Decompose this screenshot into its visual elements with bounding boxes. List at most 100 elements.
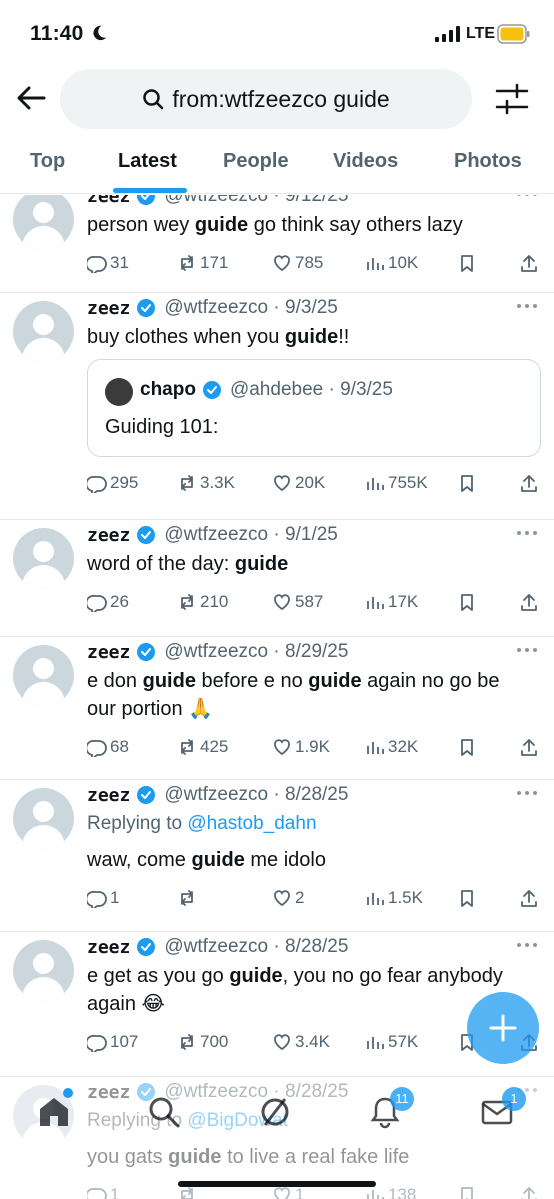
battery-icon: [497, 24, 530, 44]
search-input[interactable]: from:wtfzeezco guide: [60, 69, 472, 129]
reply-mention-link[interactable]: @hastob_dahn: [187, 813, 316, 834]
tweet[interactable]: zeez @wtfzeezco · 9/3/25 buy clothes whe…: [0, 293, 554, 520]
tab-people[interactable]: People: [223, 150, 289, 173]
views-button[interactable]: 1.5K: [365, 888, 423, 908]
reply-button[interactable]: 295: [87, 473, 138, 493]
more-options-icon[interactable]: [516, 530, 538, 536]
share-button[interactable]: [519, 737, 539, 757]
author-handle[interactable]: @wtfzeezco: [164, 936, 268, 958]
more-options-icon[interactable]: [516, 942, 538, 948]
bookmark-button[interactable]: [457, 737, 477, 757]
views-button[interactable]: 57K: [365, 1032, 418, 1052]
back-arrow-icon[interactable]: [14, 81, 48, 115]
repost-count: 210: [200, 592, 229, 611]
more-options-icon[interactable]: [516, 195, 538, 197]
views-button[interactable]: 17K: [365, 592, 418, 612]
bookmark-button[interactable]: [457, 473, 477, 493]
author-handle[interactable]: @wtfzeezco: [164, 195, 268, 207]
quoted-tweet[interactable]: chapo @ahdebee · 9/3/25 Guiding 101:: [87, 359, 541, 457]
reply-button[interactable]: 107: [87, 1032, 138, 1052]
nav-explore[interactable]: [147, 1095, 187, 1135]
like-button[interactable]: 3.4K: [272, 1032, 330, 1052]
reply-count: 107: [110, 1032, 139, 1051]
separator-dot: ·: [268, 784, 286, 805]
tweet-feed[interactable]: zeez @wtfzeezco · 9/12/25 person wey gui…: [0, 195, 554, 1199]
separator-dot: ·: [268, 936, 286, 957]
tweet-text: e don guide before e no guide again no g…: [87, 667, 527, 723]
share-icon: [521, 255, 537, 272]
like-button[interactable]: 2: [272, 888, 304, 908]
tweet[interactable]: zeez @wtfzeezco · 8/28/25 Replying to @h…: [0, 780, 554, 932]
repost-button[interactable]: [177, 888, 200, 908]
views-button[interactable]: 32K: [365, 737, 418, 757]
like-button[interactable]: 785: [272, 253, 323, 273]
tab-videos[interactable]: Videos: [333, 150, 398, 173]
tweet[interactable]: zeez @wtfzeezco · 8/28/25 e get as you g…: [0, 932, 554, 1077]
verified-badge-icon: [137, 643, 156, 661]
author-name[interactable]: zeez: [87, 195, 130, 207]
nav-home[interactable]: [37, 1088, 77, 1135]
reply-icon: [87, 739, 107, 757]
views-count: 10K: [388, 253, 419, 272]
more-options-icon[interactable]: [516, 303, 538, 309]
avatar[interactable]: [13, 940, 74, 1001]
tweet[interactable]: zeez @wtfzeezco · 8/29/25 e don guide be…: [0, 637, 554, 780]
author-handle[interactable]: @wtfzeezco: [164, 784, 268, 806]
avatar[interactable]: [13, 195, 74, 250]
more-options-icon[interactable]: [516, 790, 538, 796]
share-button[interactable]: [519, 473, 539, 493]
share-button[interactable]: [519, 888, 539, 908]
repost-button[interactable]: 700: [177, 1032, 228, 1052]
author-name[interactable]: zeez: [87, 298, 130, 319]
tweet[interactable]: zeez @wtfzeezco · 9/1/25 word of the day…: [0, 520, 554, 637]
quote-author-name: chapo: [140, 379, 196, 400]
author-name[interactable]: zeez: [87, 525, 130, 546]
tweet-actions: 31 171 785 10K: [87, 253, 537, 277]
reply-button[interactable]: 68: [87, 737, 129, 757]
share-button[interactable]: [519, 253, 539, 273]
bookmark-button[interactable]: [457, 592, 477, 612]
reply-button[interactable]: 1: [87, 888, 119, 908]
like-button[interactable]: 1.9K: [272, 737, 330, 757]
tweet[interactable]: zeez @wtfzeezco · 9/12/25 person wey gui…: [0, 195, 554, 293]
messages-badge: 1: [502, 1087, 526, 1111]
nav-notifications[interactable]: 11: [368, 1087, 414, 1135]
avatar[interactable]: [13, 528, 74, 589]
tab-top[interactable]: Top: [30, 150, 65, 173]
avatar[interactable]: [13, 788, 74, 849]
repost-button[interactable]: 171: [177, 253, 228, 273]
views-button[interactable]: 755K: [365, 473, 428, 493]
bookmark-button[interactable]: [457, 888, 477, 908]
avatar[interactable]: [13, 301, 74, 362]
more-options-icon[interactable]: [516, 647, 538, 653]
like-count: 2: [295, 888, 305, 907]
quote-avatar: [105, 378, 133, 406]
repost-button[interactable]: 425: [177, 737, 228, 757]
tweet-text-part: !!: [338, 326, 350, 348]
tab-photos[interactable]: Photos: [454, 150, 522, 173]
repost-button[interactable]: 3.3K: [177, 473, 235, 493]
tweet-actions: 295 3.3K 20K 755K: [87, 473, 537, 497]
author-handle[interactable]: @wtfzeezco: [164, 641, 268, 663]
tab-latest[interactable]: Latest: [118, 150, 177, 173]
avatar[interactable]: [13, 645, 74, 706]
reply-button[interactable]: 31: [87, 253, 129, 273]
nav-messages[interactable]: 1: [480, 1087, 526, 1135]
share-button[interactable]: [519, 592, 539, 612]
author-handle[interactable]: @wtfzeezco: [164, 524, 268, 546]
status-bar: 11:40 LTE: [0, 0, 554, 66]
compose-button[interactable]: [467, 992, 539, 1064]
views-button[interactable]: 10K: [365, 253, 418, 273]
author-handle[interactable]: @wtfzeezco: [164, 297, 268, 319]
views-count: 755K: [388, 473, 428, 492]
nav-grok[interactable]: [258, 1095, 298, 1135]
like-button[interactable]: 20K: [272, 473, 325, 493]
repost-button[interactable]: 210: [177, 592, 228, 612]
filter-icon[interactable]: [495, 83, 529, 115]
like-button[interactable]: 587: [272, 592, 323, 612]
reply-button[interactable]: 26: [87, 592, 129, 612]
author-name[interactable]: zeez: [87, 642, 130, 663]
author-name[interactable]: zeez: [87, 785, 130, 806]
bookmark-button[interactable]: [457, 253, 477, 273]
author-name[interactable]: zeez: [87, 937, 130, 958]
